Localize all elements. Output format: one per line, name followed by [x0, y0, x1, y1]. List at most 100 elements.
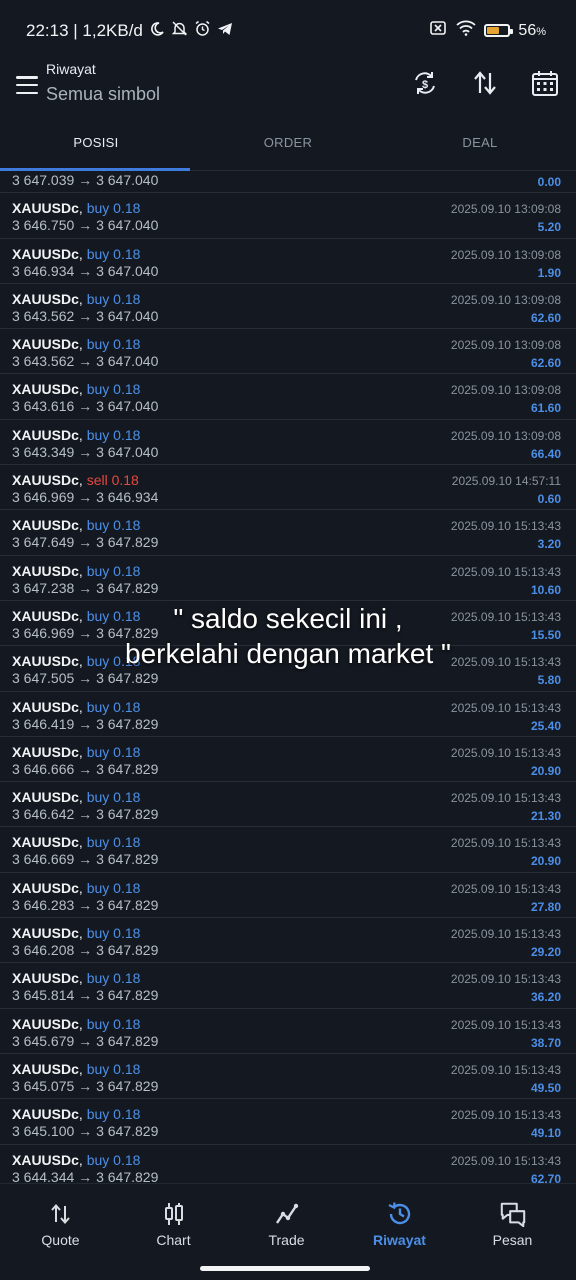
- arrow-icon: →: [74, 1168, 97, 1183]
- symbol-filter[interactable]: Semua simbol: [46, 84, 160, 105]
- trade-row[interactable]: XAUUSDc, buy 0.18 3 647.649 → 3 647.829 20…: [0, 510, 576, 556]
- candlestick-icon: [160, 1200, 188, 1228]
- trade-title: XAUUSDc, buy 0.18: [12, 880, 140, 896]
- trade-volume: 0.18: [111, 472, 139, 489]
- trade-row[interactable]: XAUUSDc, buy 0.18 3 645.679 → 3 647.829 20…: [0, 1009, 576, 1054]
- trade-time: 2025.09.10 13:09:08: [450, 202, 561, 217]
- battery-level: 56%: [518, 21, 546, 39]
- close-price: 3 647.040: [96, 262, 159, 279]
- close-price: 3 647.829: [96, 851, 159, 868]
- trade-row[interactable]: XAUUSDc, buy 0.18 3 646.750 → 3 647.040 20…: [0, 193, 576, 239]
- nav-chart[interactable]: Chart: [116, 1184, 231, 1257]
- nav-riwayat[interactable]: Riwayat: [342, 1184, 457, 1257]
- trade-row[interactable]: XAUUSDc, buy 0.18 3 645.075 → 3 647.829 20…: [0, 1054, 576, 1100]
- open-price: 3 643.616: [12, 398, 75, 415]
- trade-row[interactable]: XAUUSDc, buy 0.18 3 644.344 → 3 647.829 20…: [0, 1145, 576, 1183]
- nav-label: Chart: [156, 1232, 191, 1248]
- close-price: 3 647.829: [96, 1168, 159, 1183]
- nav-trade[interactable]: Trade: [229, 1184, 344, 1257]
- trade-row[interactable]: XAUUSDc, buy 0.18 3 643.562 → 3 647.040 20…: [0, 284, 576, 330]
- trade-time: 2025.09.10 13:09:08: [450, 292, 561, 307]
- trade-side: buy: [86, 290, 110, 307]
- trade-volume: 0.18: [113, 200, 141, 217]
- trade-side: buy: [86, 1106, 110, 1123]
- trade-side: buy: [86, 200, 110, 217]
- trade-profit: 5.20: [537, 220, 561, 235]
- menu-icon[interactable]: [12, 72, 42, 98]
- trade-row[interactable]: XAUUSDc, buy 0.18 3 646.642 → 3 647.829 20…: [0, 782, 576, 828]
- trade-title: XAUUSDc, buy 0.18: [12, 200, 140, 216]
- trade-row[interactable]: XAUUSDc, sell 0.18 3 646.969 → 3 646.934 2…: [0, 465, 576, 511]
- trade-prices: 3 647.505 → 3 647.829: [12, 670, 158, 686]
- battery-icon: [484, 24, 514, 37]
- trade-time: 2025.09.10 15:13:43: [450, 700, 561, 715]
- trade-side: buy: [87, 170, 110, 171]
- trade-row[interactable]: XAUUSDc, buy 0.18 3 646.419 → 3 647.829 20…: [0, 692, 576, 737]
- telegram-icon: [217, 21, 233, 42]
- trade-row[interactable]: XAUUSDc, buy 0.18 3 646.969 → 3 647.829 20…: [0, 601, 576, 647]
- messages-icon: [499, 1200, 527, 1228]
- trade-title: XAUUSDc, buy 0.18: [12, 925, 140, 941]
- trade-prices: 3 645.814 → 3 647.829: [12, 987, 158, 1003]
- trade-row[interactable]: XAUUSDc, buy 0.18 3 647.505 → 3 647.829 20…: [0, 646, 576, 692]
- trade-profit: 49.50: [530, 1080, 561, 1095]
- trade-volume: 0.18: [113, 290, 141, 307]
- open-price: 3 646.666: [12, 760, 75, 777]
- trade-side: buy: [86, 1060, 110, 1077]
- arrow-icon: →: [74, 851, 97, 868]
- page-title: Riwayat: [46, 61, 96, 77]
- trade-title: XAUUSDc, buy 0.18: [12, 744, 140, 760]
- trade-prices: 3 645.679 → 3 647.829: [12, 1033, 158, 1049]
- trade-row[interactable]: XAUUSDc, buy 0.183 647.039 → 3 647.04020…: [0, 170, 576, 194]
- exchange-icon[interactable]: $: [408, 66, 442, 100]
- trade-time: 2025.09.10 13:09:08: [450, 247, 561, 262]
- trade-side: buy: [86, 698, 110, 715]
- trade-profit: 25.40: [530, 718, 561, 733]
- calendar-icon[interactable]: [528, 66, 562, 100]
- trade-profit: 38.70: [530, 1035, 561, 1050]
- trade-separator: ,: [78, 834, 87, 851]
- trade-row[interactable]: XAUUSDc, buy 0.18 3 646.666 → 3 647.829 20…: [0, 737, 576, 783]
- sort-icon[interactable]: [468, 66, 502, 100]
- trade-row[interactable]: XAUUSDc, buy 0.18 3 645.814 → 3 647.829 20…: [0, 963, 576, 1009]
- trade-volume: 0.18: [113, 879, 141, 896]
- tab-order[interactable]: ORDER: [192, 120, 384, 170]
- trade-row[interactable]: XAUUSDc, buy 0.18 3 646.208 → 3 647.829 20…: [0, 918, 576, 964]
- close-price: 3 647.829: [96, 942, 159, 959]
- arrow-icon: →: [74, 1032, 97, 1049]
- trade-separator: ,: [78, 562, 87, 579]
- trade-profit: 15.50: [530, 627, 561, 642]
- open-price: 3 647.238: [12, 579, 75, 596]
- nav-quote[interactable]: Quote: [3, 1184, 118, 1257]
- trade-separator: ,: [78, 698, 87, 715]
- trade-row[interactable]: XAUUSDc, buy 0.18 3 643.562 → 3 647.040 20…: [0, 329, 576, 375]
- close-price: 3 647.829: [96, 1123, 159, 1140]
- trade-row[interactable]: XAUUSDc, buy 0.18 3 643.349 → 3 647.040 20…: [0, 420, 576, 466]
- arrow-icon: →: [74, 624, 97, 641]
- trade-row[interactable]: XAUUSDc, buy 0.18 3 645.100 → 3 647.829 20…: [0, 1099, 576, 1145]
- tab-posisi[interactable]: POSISI: [0, 120, 192, 170]
- history-list[interactable]: XAUUSDc, buy 0.183 647.039 → 3 647.04020…: [0, 170, 576, 1183]
- open-price: 3 646.208: [12, 942, 75, 959]
- trade-row[interactable]: XAUUSDc, buy 0.18 3 647.238 → 3 647.829 20…: [0, 556, 576, 601]
- trade-symbol: XAUUSDc: [12, 472, 79, 489]
- trade-separator: ,: [78, 517, 87, 534]
- trade-symbol: XAUUSDc: [12, 1060, 79, 1077]
- trade-side: buy: [86, 562, 110, 579]
- trade-separator: ,: [78, 336, 87, 353]
- trade-volume: 0.18: [113, 381, 141, 398]
- trade-row[interactable]: XAUUSDc, buy 0.18 3 643.616 → 3 647.040 20…: [0, 374, 576, 420]
- open-price: 3 643.349: [12, 443, 75, 460]
- nav-pesan[interactable]: Pesan: [455, 1184, 570, 1257]
- status-bar: 22:13 | 1,2KB/d 56%: [0, 0, 576, 62]
- trade-row[interactable]: XAUUSDc, buy 0.18 3 646.283 → 3 647.829 20…: [0, 873, 576, 919]
- trade-separator: ,: [78, 1151, 87, 1168]
- trade-title: XAUUSDc, buy 0.18: [12, 381, 140, 397]
- tab-deal[interactable]: DEAL: [384, 120, 576, 170]
- trade-separator: ,: [78, 879, 87, 896]
- close-price: 3 647.040: [96, 172, 159, 188]
- open-price: 3 643.562: [12, 353, 75, 370]
- trade-row[interactable]: XAUUSDc, buy 0.18 3 646.669 → 3 647.829 20…: [0, 827, 576, 873]
- open-price: 3 644.344: [12, 1168, 75, 1183]
- trade-row[interactable]: XAUUSDc, buy 0.18 3 646.934 → 3 647.040 20…: [0, 239, 576, 284]
